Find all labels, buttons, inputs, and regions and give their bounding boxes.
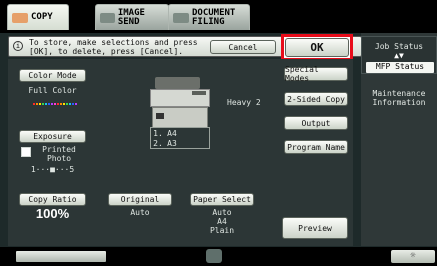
preview-button[interactable]: Preview — [282, 217, 348, 239]
ok-highlight: OK — [281, 34, 353, 61]
color-dot — [66, 103, 68, 105]
home-icon[interactable] — [206, 249, 222, 263]
color-dot — [60, 103, 62, 105]
color-dot — [63, 103, 65, 105]
color-dot — [36, 103, 38, 105]
color-dot — [72, 103, 74, 105]
color-dot — [69, 103, 71, 105]
color-dot — [75, 103, 77, 105]
color-dot — [39, 103, 41, 105]
paper-select-line2: A4 — [217, 217, 227, 226]
maintenance-line1[interactable]: Maintenance — [361, 89, 437, 98]
color-dot — [42, 103, 44, 105]
special-modes-button[interactable]: Special Modes — [284, 65, 348, 83]
copy-ratio-button[interactable]: Copy Ratio — [19, 193, 86, 206]
job-status-panel[interactable]: Job Status ▲▼ MFP Status — [361, 36, 437, 74]
cancel-button[interactable]: Cancel — [210, 40, 276, 54]
bottom-bar: ☼ — [0, 247, 437, 266]
image-send-icon — [100, 12, 115, 23]
tray2-size: A3 — [167, 139, 177, 148]
exposure-line1: Printed — [42, 145, 76, 154]
tab-image-send[interactable]: IMAGE SEND — [95, 4, 169, 30]
program-name-button[interactable]: Program Name — [284, 140, 348, 154]
copy-ratio-value: 100% — [35, 206, 70, 221]
brightness-icon[interactable]: ☼ — [391, 250, 435, 263]
original-button[interactable]: Original — [108, 193, 172, 206]
tab-copy[interactable]: COPY — [7, 4, 69, 30]
tray2-number: 2. — [153, 139, 163, 148]
ok-button[interactable]: OK — [285, 38, 349, 57]
color-dots — [33, 103, 77, 105]
paper-select-button[interactable]: Paper Select — [190, 193, 254, 206]
info-icon: i — [13, 41, 23, 51]
bottom-left-slot — [16, 251, 106, 262]
color-dot — [51, 103, 53, 105]
job-status-arrows-icon: ▲▼ — [394, 51, 404, 60]
color-dot — [48, 103, 50, 105]
color-mode-button[interactable]: Color Mode — [19, 69, 86, 82]
paper-select-line3: Plain — [209, 226, 235, 235]
tab-document-filing-line2: FILING — [192, 16, 225, 27]
tray-panel: 1. A4 2. A3 — [150, 127, 210, 149]
tray1-size: A4 — [167, 129, 177, 138]
copy-icon — [12, 12, 28, 23]
maintenance-line2[interactable]: Information — [361, 98, 437, 107]
color-dot — [57, 103, 59, 105]
color-mode-value: Full Color — [28, 86, 77, 95]
color-dot — [33, 103, 35, 105]
exposure-icon — [21, 147, 31, 157]
tray1-number: 1. — [153, 129, 163, 138]
heavy-label: Heavy 2 — [227, 98, 261, 107]
tab-document-filing-label: DOCUMENT FILING — [192, 8, 235, 27]
document-filing-icon — [173, 12, 189, 23]
job-status-label: Job Status — [374, 42, 424, 51]
paper-select-line1: Auto — [212, 208, 232, 217]
copier-screen: COPY IMAGE SEND DOCUMENT FILING i To sto… — [0, 0, 437, 266]
exposure-line2: Photo — [46, 154, 72, 163]
mfp-status[interactable]: MFP Status — [366, 62, 434, 73]
tab-copy-label: COPY — [31, 12, 53, 22]
exposure-scale: 1···■···5 — [30, 165, 75, 174]
two-sided-copy-button[interactable]: 2-Sided Copy — [284, 92, 348, 106]
message-text: To store, make selections and press [OK]… — [29, 38, 198, 56]
color-dot — [54, 103, 56, 105]
output-button[interactable]: Output — [284, 116, 348, 130]
original-value: Auto — [130, 208, 150, 217]
tab-image-send-label: IMAGE SEND — [117, 7, 145, 27]
exposure-button[interactable]: Exposure — [19, 130, 86, 143]
color-dot — [45, 103, 47, 105]
tab-document-filing[interactable]: DOCUMENT FILING — [168, 4, 250, 30]
